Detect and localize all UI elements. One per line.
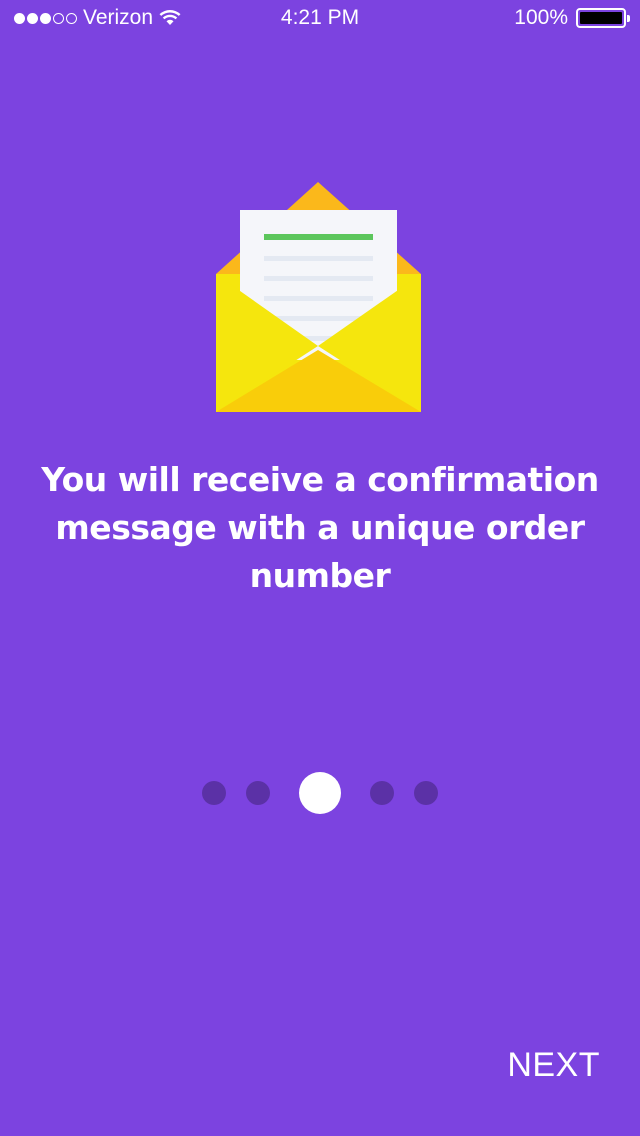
letter-accent-line — [264, 234, 373, 240]
battery-percent: 100% — [514, 6, 568, 29]
letter-line — [264, 296, 373, 301]
letter-line — [264, 256, 373, 261]
page-dot-active[interactable] — [299, 772, 341, 814]
next-button[interactable]: NEXT — [507, 1046, 600, 1085]
status-right: 100% — [514, 6, 630, 30]
battery-tip — [627, 15, 630, 22]
page-dot[interactable] — [414, 781, 438, 805]
status-bar: Verizon 4:21 PM 100% — [0, 0, 640, 40]
battery-level — [580, 12, 622, 24]
page-dot[interactable] — [370, 781, 394, 805]
open-envelope-letter-icon — [216, 182, 421, 412]
letter-line — [264, 276, 373, 281]
page-dot[interactable] — [246, 781, 270, 805]
page-indicator — [0, 772, 640, 814]
battery-icon — [576, 8, 630, 28]
page-dot[interactable] — [202, 781, 226, 805]
onboarding-headline: You will receive a confirmation message … — [41, 460, 599, 595]
